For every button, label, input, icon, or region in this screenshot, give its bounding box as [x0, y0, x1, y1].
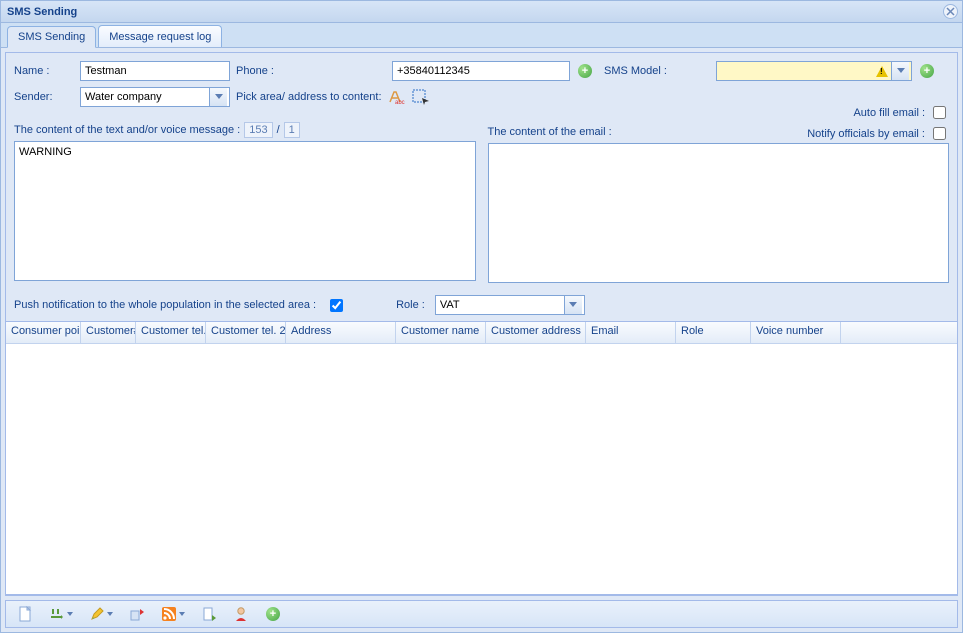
char-count: 153	[244, 122, 272, 138]
autofill-email-label: Auto fill email :	[853, 107, 925, 119]
sender-combo[interactable]	[80, 87, 230, 107]
push-row: Push notification to the whole populatio…	[6, 291, 957, 321]
column-header[interactable]: Customer tel.	[136, 322, 206, 343]
role-combo[interactable]	[435, 295, 585, 315]
column-header[interactable]: Customer name	[396, 322, 486, 343]
text-tool-icon[interactable]: abc	[388, 88, 406, 106]
sms-model-input[interactable]	[717, 62, 873, 80]
titlebar: SMS Sending	[1, 1, 962, 23]
text-message-column: The content of the text and/or voice mes…	[14, 121, 476, 283]
add-model-icon[interactable]: +	[918, 62, 936, 80]
map-select-icon[interactable]	[412, 88, 430, 106]
tab-label: SMS Sending	[18, 31, 85, 43]
role-input[interactable]	[436, 296, 564, 314]
count-separator: /	[277, 124, 280, 136]
column-header[interactable]: Address	[286, 322, 396, 343]
column-header[interactable]: Customer#	[81, 322, 136, 343]
role-label: Role :	[396, 299, 425, 311]
sms-sending-window: SMS Sending SMS Sending Message request …	[0, 0, 963, 633]
column-header[interactable]: Email	[586, 322, 676, 343]
window-title: SMS Sending	[7, 6, 77, 18]
autofill-email-option[interactable]: Auto fill email :	[853, 103, 949, 122]
grid-header: Consumer pointCustomer#Customer tel.Cust…	[6, 322, 957, 344]
export-document-icon[interactable]	[198, 603, 220, 625]
email-message-label: The content of the email :	[488, 126, 612, 138]
grid-body[interactable]	[6, 344, 957, 594]
text-message-textarea[interactable]	[14, 141, 476, 281]
column-header[interactable]: Voice number	[751, 322, 841, 343]
column-header[interactable]: Customer address	[486, 322, 586, 343]
user-icon[interactable]	[230, 603, 252, 625]
phone-input[interactable]	[392, 61, 570, 81]
message-area: The content of the text and/or voice mes…	[6, 121, 957, 291]
svg-text:abc: abc	[395, 100, 405, 105]
chevron-down-icon[interactable]	[209, 88, 227, 106]
name-label: Name :	[14, 65, 74, 77]
email-message-column: The content of the email : Auto fill ema…	[488, 121, 950, 283]
sender-input[interactable]	[81, 88, 209, 106]
sms-model-label: SMS Model :	[604, 65, 710, 77]
autofill-email-checkbox[interactable]	[933, 106, 946, 119]
tab-message-request-log[interactable]: Message request log	[98, 25, 222, 47]
chevron-down-icon[interactable]	[564, 296, 582, 314]
chevron-down-icon[interactable]	[891, 62, 909, 80]
push-checkbox[interactable]	[330, 299, 343, 312]
column-header[interactable]: Role	[676, 322, 751, 343]
phone-label: Phone :	[236, 65, 386, 77]
pick-area-label: Pick area/ address to content:	[236, 91, 382, 103]
recipients-grid: Consumer pointCustomer#Customer tel.Cust…	[6, 321, 957, 595]
tabstrip: SMS Sending Message request log	[1, 23, 962, 48]
send-outgoing-icon[interactable]	[126, 603, 148, 625]
notify-officials-label: Notify officials by email :	[807, 128, 925, 140]
column-header[interactable]: Consumer point	[6, 322, 81, 343]
warning-icon	[873, 62, 891, 80]
page-count: 1	[284, 122, 300, 138]
tab-sms-sending[interactable]: SMS Sending	[7, 26, 96, 48]
main-panel: Name : Phone : + SMS Model : + Sender:	[5, 52, 958, 596]
notify-officials-option[interactable]: Notify officials by email :	[807, 124, 949, 143]
new-document-icon[interactable]	[14, 603, 36, 625]
rss-feed-icon[interactable]	[158, 603, 188, 625]
tab-label: Message request log	[109, 31, 211, 43]
bottom-toolbar: +	[5, 600, 958, 628]
close-icon[interactable]	[943, 4, 958, 19]
email-message-textarea[interactable]	[488, 143, 950, 283]
edit-pencil-icon[interactable]	[86, 603, 116, 625]
column-header[interactable]: Customer tel. 2	[206, 322, 286, 343]
refresh-data-icon[interactable]	[46, 603, 76, 625]
sms-model-combo[interactable]	[716, 61, 912, 81]
add-phone-icon[interactable]: +	[576, 62, 594, 80]
sender-label: Sender:	[14, 91, 74, 103]
push-label: Push notification to the whole populatio…	[14, 299, 316, 311]
add-icon[interactable]: +	[262, 603, 284, 625]
text-message-label: The content of the text and/or voice mes…	[14, 124, 240, 136]
name-input[interactable]	[80, 61, 230, 81]
notify-officials-checkbox[interactable]	[933, 127, 946, 140]
